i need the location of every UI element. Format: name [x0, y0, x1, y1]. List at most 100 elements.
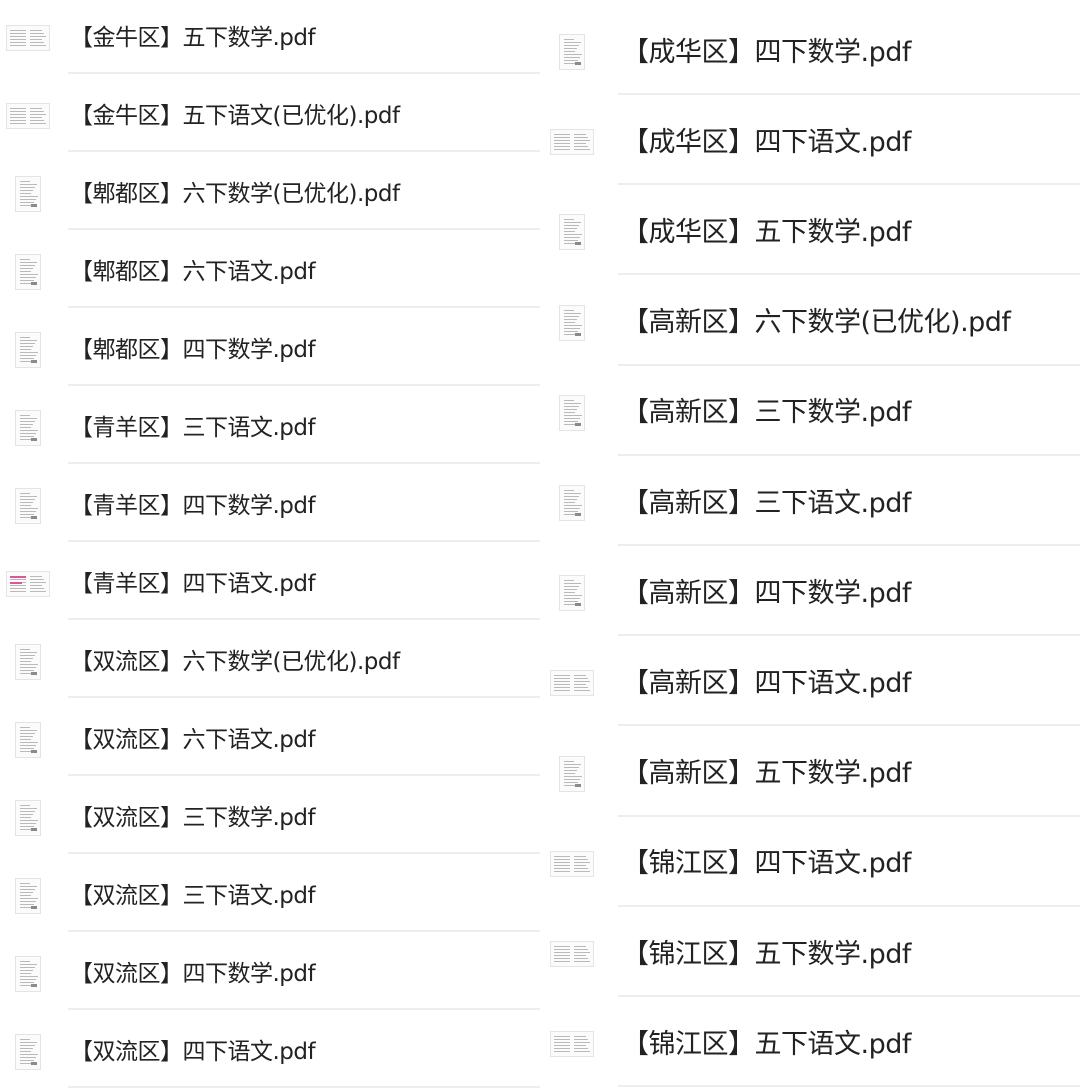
- row-divider: [618, 544, 1080, 546]
- pdf-thumbnail-icon[interactable]: [550, 1031, 594, 1058]
- row-divider: [68, 852, 540, 854]
- file-name[interactable]: 【青羊区】四下语文.pdf: [70, 572, 316, 596]
- row-divider: [618, 1085, 1080, 1088]
- file-row[interactable]: 【成华区】五下数学.pdf: [540, 186, 1080, 276]
- pdf-thumbnail-icon[interactable]: [15, 800, 41, 836]
- file-row[interactable]: 【成华区】四下数学.pdf: [540, 6, 1080, 96]
- file-name[interactable]: 【高新区】四下语文.pdf: [622, 670, 911, 697]
- row-divider: [68, 306, 540, 308]
- file-row[interactable]: 【高新区】五下数学.pdf: [540, 728, 1080, 818]
- file-name[interactable]: 【双流区】六下数学(已优化).pdf: [70, 650, 400, 674]
- pdf-thumbnail-icon[interactable]: [15, 956, 41, 992]
- pdf-thumbnail-icon[interactable]: [559, 304, 585, 341]
- file-name[interactable]: 【青羊区】四下数学.pdf: [70, 494, 316, 518]
- pdf-thumbnail-icon[interactable]: [15, 644, 41, 680]
- pdf-thumbnail-icon[interactable]: [15, 878, 41, 914]
- file-row[interactable]: 【双流区】六下语文.pdf: [0, 702, 540, 780]
- pdf-thumbnail-icon[interactable]: [15, 176, 41, 212]
- file-row[interactable]: 【青羊区】四下数学.pdf: [0, 468, 540, 546]
- file-name[interactable]: 【郫都区】四下数学.pdf: [70, 338, 316, 362]
- file-name[interactable]: 【成华区】五下数学.pdf: [622, 219, 911, 246]
- pdf-thumbnail-icon[interactable]: [559, 755, 585, 792]
- pdf-thumbnail-icon[interactable]: [550, 941, 594, 967]
- file-row[interactable]: 【双流区】三下数学.pdf: [0, 780, 540, 858]
- row-divider: [618, 995, 1080, 997]
- row-divider: [68, 930, 540, 932]
- file-row[interactable]: 【锦江区】五下语文.pdf: [540, 998, 1080, 1088]
- row-divider: [68, 150, 540, 152]
- pdf-thumbnail-icon[interactable]: [6, 103, 50, 129]
- file-name[interactable]: 【锦江区】五下数学.pdf: [622, 941, 911, 968]
- row-divider: [68, 540, 540, 542]
- pdf-thumbnail-icon[interactable]: [15, 1034, 41, 1070]
- row-divider: [618, 93, 1080, 95]
- pdf-thumbnail-icon[interactable]: [15, 722, 41, 758]
- row-divider: [618, 724, 1080, 727]
- file-row[interactable]: 【郫都区】六下语文.pdf: [0, 234, 540, 312]
- file-name[interactable]: 【金牛区】五下数学.pdf: [70, 26, 316, 50]
- pdf-thumbnail-icon[interactable]: [6, 25, 50, 51]
- file-row[interactable]: 【锦江区】五下数学.pdf: [540, 908, 1080, 998]
- file-row[interactable]: 【郫都区】六下数学(已优化).pdf: [0, 156, 540, 234]
- file-row[interactable]: 【青羊区】三下语文.pdf: [0, 390, 540, 468]
- file-row[interactable]: 【高新区】三下语文.pdf: [540, 457, 1080, 547]
- file-name[interactable]: 【高新区】四下数学.pdf: [622, 580, 911, 607]
- file-row[interactable]: 【双流区】六下数学(已优化).pdf: [0, 624, 540, 702]
- file-name[interactable]: 【成华区】四下语文.pdf: [622, 129, 911, 156]
- file-row[interactable]: 【高新区】六下数学(已优化).pdf: [540, 277, 1080, 367]
- file-name[interactable]: 【锦江区】四下语文.pdf: [622, 850, 911, 877]
- file-name[interactable]: 【双流区】四下语文.pdf: [70, 1040, 316, 1064]
- pdf-thumbnail-icon[interactable]: [559, 394, 585, 431]
- row-divider: [68, 462, 540, 464]
- file-row[interactable]: 【郫都区】四下数学.pdf: [0, 312, 540, 390]
- pdf-thumbnail-icon[interactable]: [550, 129, 594, 156]
- pdf-thumbnail-icon[interactable]: [15, 488, 41, 524]
- file-name[interactable]: 【青羊区】三下语文.pdf: [70, 416, 316, 440]
- row-divider: [68, 384, 540, 386]
- file-name[interactable]: 【双流区】六下语文.pdf: [70, 728, 316, 752]
- pdf-thumbnail-icon[interactable]: [15, 410, 41, 446]
- file-row[interactable]: 【高新区】四下语文.pdf: [540, 637, 1080, 727]
- pdf-thumbnail-icon[interactable]: [559, 575, 585, 612]
- file-row[interactable]: 【青羊区】四下语文.pdf: [0, 546, 540, 624]
- pdf-thumbnail-icon[interactable]: [559, 34, 585, 70]
- file-name[interactable]: 【双流区】三下语文.pdf: [70, 884, 316, 908]
- file-name[interactable]: 【双流区】三下数学.pdf: [70, 806, 316, 830]
- row-divider: [618, 814, 1080, 817]
- file-row[interactable]: 【高新区】四下数学.pdf: [540, 547, 1080, 637]
- row-divider: [68, 1008, 540, 1010]
- row-divider: [618, 363, 1080, 366]
- row-divider: [618, 904, 1080, 907]
- row-divider: [618, 273, 1080, 276]
- pdf-thumbnail-icon[interactable]: [550, 850, 594, 877]
- file-row[interactable]: 【锦江区】四下语文.pdf: [540, 818, 1080, 908]
- pdf-thumbnail-icon[interactable]: [559, 214, 585, 251]
- file-name[interactable]: 【锦江区】五下语文.pdf: [622, 1031, 911, 1058]
- file-name[interactable]: 【金牛区】五下语文(已优化).pdf: [70, 104, 400, 128]
- file-row[interactable]: 【双流区】三下语文.pdf: [0, 858, 540, 936]
- file-row[interactable]: 【金牛区】五下语文(已优化).pdf: [0, 78, 540, 156]
- file-name[interactable]: 【郫都区】六下语文.pdf: [70, 260, 316, 284]
- file-name[interactable]: 【成华区】四下数学.pdf: [622, 39, 911, 66]
- file-name[interactable]: 【郫都区】六下数学(已优化).pdf: [70, 182, 400, 206]
- pdf-thumbnail-icon[interactable]: [15, 332, 41, 368]
- row-divider: [68, 618, 540, 620]
- file-name[interactable]: 【高新区】三下语文.pdf: [622, 490, 911, 517]
- pdf-thumbnail-icon[interactable]: [15, 254, 41, 290]
- file-row[interactable]: 【高新区】三下数学.pdf: [540, 367, 1080, 457]
- row-divider: [68, 228, 540, 230]
- pdf-thumbnail-icon[interactable]: [559, 485, 585, 521]
- file-row[interactable]: 【成华区】四下语文.pdf: [540, 96, 1080, 186]
- file-name[interactable]: 【高新区】五下数学.pdf: [622, 760, 911, 787]
- file-row[interactable]: 【双流区】四下数学.pdf: [0, 936, 540, 1014]
- row-divider: [618, 453, 1080, 456]
- file-name[interactable]: 【高新区】六下数学(已优化).pdf: [622, 309, 1011, 336]
- file-name[interactable]: 【高新区】三下数学.pdf: [622, 399, 911, 426]
- file-row[interactable]: 【双流区】四下语文.pdf: [0, 1014, 540, 1092]
- file-row[interactable]: 【金牛区】五下数学.pdf: [0, 0, 540, 78]
- pdf-thumbnail-icon[interactable]: [6, 571, 50, 597]
- row-divider: [68, 696, 540, 698]
- file-name[interactable]: 【双流区】四下数学.pdf: [70, 962, 316, 986]
- row-divider: [68, 1086, 540, 1088]
- pdf-thumbnail-icon[interactable]: [550, 670, 594, 697]
